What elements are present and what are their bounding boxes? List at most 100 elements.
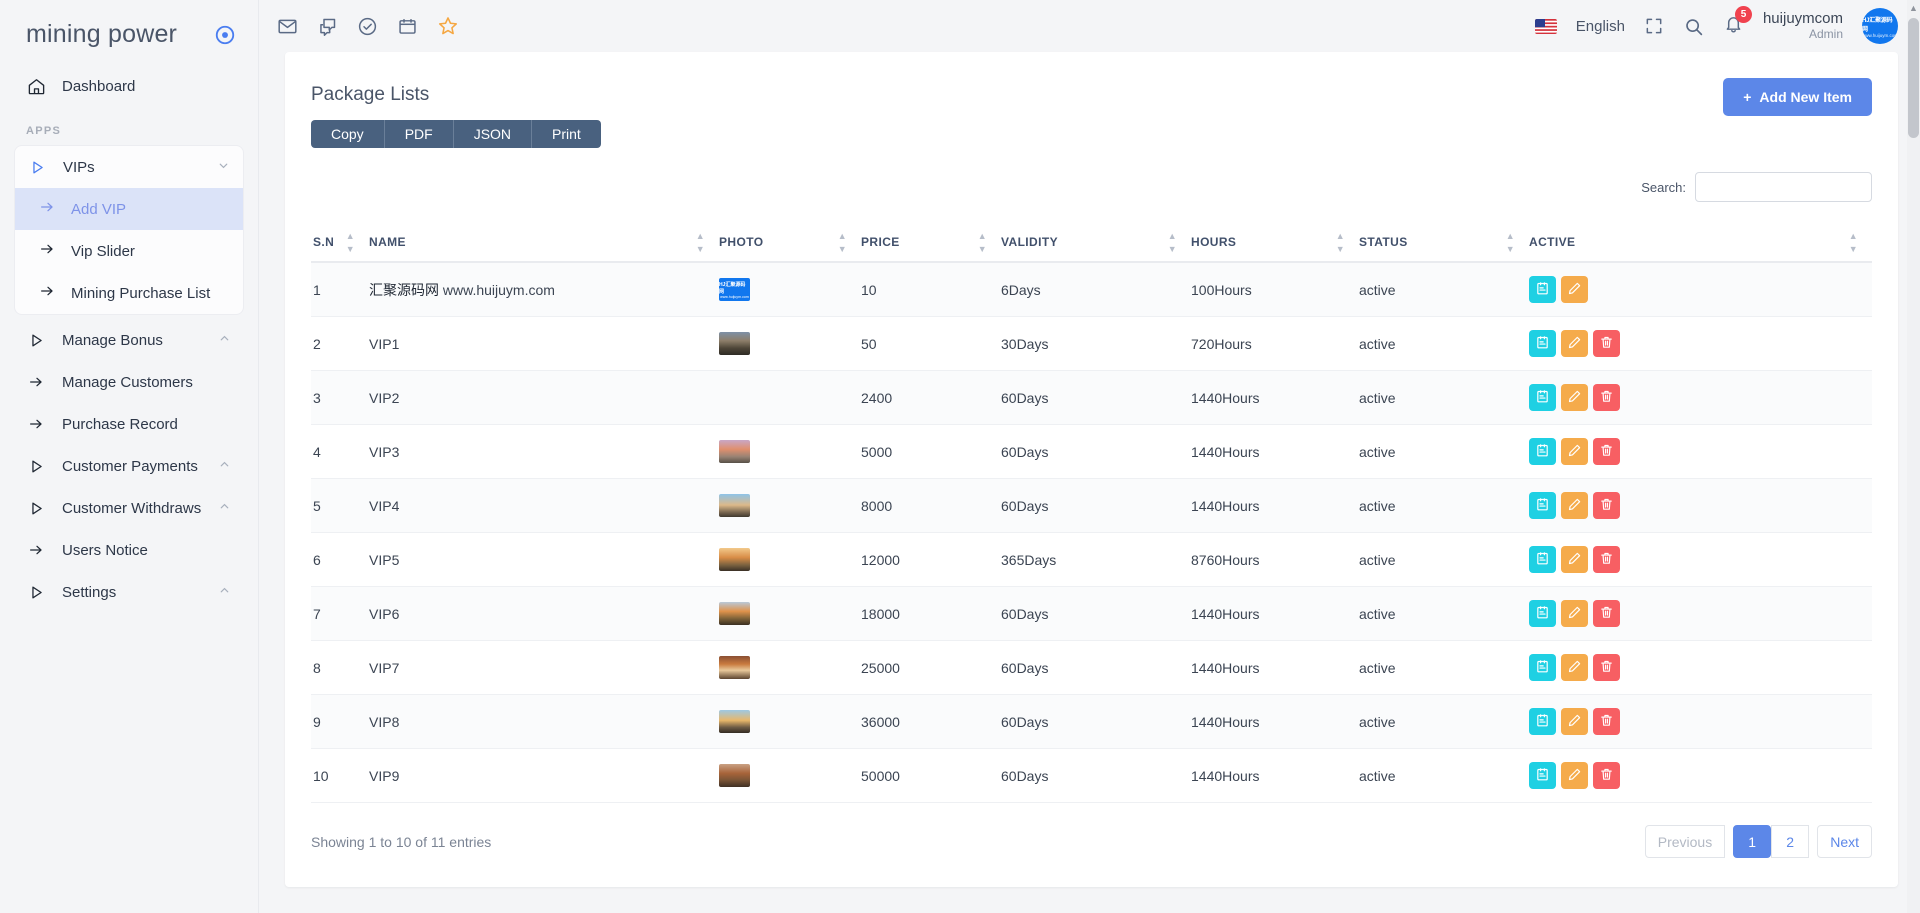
mail-icon[interactable]	[277, 16, 298, 37]
cell-photo	[719, 640, 861, 695]
sidebar-item-settings[interactable]: Settings	[14, 571, 244, 613]
user-name: huijuymcom	[1762, 10, 1843, 28]
clipboard-icon	[1535, 335, 1550, 353]
column-header-price[interactable]: PRICE ▲ ▼	[861, 224, 1001, 263]
delete-action-button[interactable]	[1593, 546, 1620, 573]
scroll-up-arrow-icon[interactable]: ▲	[1909, 3, 1918, 13]
main-area: English 5 huijuymcom Admin HJ汇聚源码网 www.h…	[259, 0, 1920, 913]
scrollbar-thumb[interactable]	[1908, 18, 1919, 138]
edit-action-button[interactable]	[1561, 600, 1588, 627]
note-action-button[interactable]	[1529, 654, 1556, 681]
sidebar-item-dashboard[interactable]: Dashboard	[14, 65, 244, 107]
cell-status: active	[1359, 316, 1529, 371]
sidebar-item-customer-payments[interactable]: Customer Payments	[14, 445, 244, 487]
column-header-validity[interactable]: VALIDITY ▲ ▼	[1001, 224, 1191, 263]
fullscreen-icon[interactable]	[1644, 16, 1664, 36]
edit-action-button[interactable]	[1561, 708, 1588, 735]
avatar-line1: HJ汇聚源码网	[1862, 17, 1893, 33]
clipboard-icon	[1535, 497, 1550, 515]
cell-name: VIP5	[369, 532, 719, 587]
add-new-item-button[interactable]: + Add New Item	[1723, 78, 1872, 116]
note-action-button[interactable]	[1529, 438, 1556, 465]
language-selector[interactable]: English	[1576, 18, 1625, 35]
note-action-button[interactable]	[1529, 492, 1556, 519]
sidebar-item-purchase-record[interactable]: Purchase Record	[14, 403, 244, 445]
note-action-button[interactable]	[1529, 546, 1556, 573]
pdf-button[interactable]: PDF	[384, 120, 454, 148]
note-action-button[interactable]	[1529, 330, 1556, 357]
sidebar-item-manage-bonus[interactable]: Manage Bonus	[14, 319, 244, 361]
delete-action-button[interactable]	[1593, 384, 1620, 411]
table-row: 9 VIP8 36000 60Days 1440Hours active	[311, 694, 1872, 749]
sort-arrows-icon: ▲ ▼	[1848, 230, 1858, 254]
search-icon[interactable]	[1683, 16, 1704, 37]
chat-icon[interactable]	[317, 16, 338, 37]
pagination-page-2[interactable]: 2	[1771, 825, 1810, 858]
user-info[interactable]: huijuymcom Admin	[1763, 10, 1843, 41]
note-action-button[interactable]	[1529, 708, 1556, 735]
sidebar-item-vips[interactable]: VIPs	[15, 146, 243, 188]
delete-action-button[interactable]	[1593, 492, 1620, 519]
edit-action-button[interactable]	[1561, 384, 1588, 411]
sidebar-item-manage-customers[interactable]: Manage Customers	[14, 361, 244, 403]
sidebar-item-users-notice[interactable]: Users Notice	[14, 529, 244, 571]
note-action-button[interactable]	[1529, 276, 1556, 303]
cell-status: active	[1359, 478, 1529, 533]
brand-name: mining power	[26, 20, 178, 48]
notifications-bell[interactable]: 5	[1723, 6, 1752, 39]
sidebar-item-mining-purchase-list[interactable]: Mining Purchase List	[15, 272, 243, 314]
pagination-previous[interactable]: Previous	[1644, 825, 1726, 858]
delete-action-button[interactable]	[1593, 762, 1620, 789]
sidebar-item-add-vip[interactable]: Add VIP	[15, 188, 243, 230]
cell-price: 5000	[861, 424, 1001, 479]
edit-action-button[interactable]	[1561, 438, 1588, 465]
check-circle-icon[interactable]	[357, 16, 378, 37]
note-action-button[interactable]	[1529, 384, 1556, 411]
pagination-page-1[interactable]: 1	[1733, 825, 1772, 858]
sidebar-item-vip-slider[interactable]: Vip Slider	[15, 230, 243, 272]
column-header-hours[interactable]: HOURS ▲ ▼	[1191, 224, 1359, 263]
sort-arrows-icon: ▲ ▼	[977, 230, 987, 254]
column-header-name[interactable]: NAME ▲ ▼	[369, 224, 719, 263]
copy-button[interactable]: Copy	[311, 120, 385, 148]
cell-actions	[1529, 748, 1872, 803]
delete-action-button[interactable]	[1593, 600, 1620, 627]
calendar-icon[interactable]	[397, 16, 418, 37]
pencil-icon	[1567, 659, 1582, 677]
cell-actions	[1529, 532, 1872, 587]
cell-status: active	[1359, 586, 1529, 641]
column-header-active[interactable]: ACTIVE ▲ ▼	[1529, 224, 1872, 263]
edit-action-button[interactable]	[1561, 546, 1588, 573]
sort-arrows-icon: ▲ ▼	[1335, 230, 1345, 254]
home-icon	[26, 77, 46, 96]
edit-action-button[interactable]	[1561, 276, 1588, 303]
edit-action-button[interactable]	[1561, 654, 1588, 681]
package-table: S.N ▲ ▼ NAME ▲ ▼ PHOTO ▲ ▼ PRICE ▲ ▼ VAL…	[311, 224, 1872, 803]
column-header-status[interactable]: STATUS ▲ ▼	[1359, 224, 1529, 263]
edit-action-button[interactable]	[1561, 330, 1588, 357]
arrow-right-icon	[26, 374, 46, 390]
delete-action-button[interactable]	[1593, 654, 1620, 681]
page-scrollbar[interactable]: ▲	[1907, 0, 1920, 913]
sidebar-item-customer-withdraws[interactable]: Customer Withdraws	[14, 487, 244, 529]
column-header-sn[interactable]: S.N ▲ ▼	[311, 224, 369, 263]
avatar[interactable]: HJ汇聚源码网 www.huijuym.com	[1862, 8, 1898, 44]
table-row: 2 VIP1 50 30Days 720Hours active	[311, 316, 1872, 371]
print-button[interactable]: Print	[532, 120, 601, 148]
cell-price: 18000	[861, 586, 1001, 641]
star-icon[interactable]	[437, 15, 459, 37]
cell-actions	[1529, 262, 1872, 317]
search-input[interactable]	[1695, 172, 1872, 202]
edit-action-button[interactable]	[1561, 762, 1588, 789]
delete-action-button[interactable]	[1593, 330, 1620, 357]
edit-action-button[interactable]	[1561, 492, 1588, 519]
pagination-next[interactable]: Next	[1817, 825, 1872, 858]
cell-price: 10	[861, 262, 1001, 317]
note-action-button[interactable]	[1529, 762, 1556, 789]
delete-action-button[interactable]	[1593, 708, 1620, 735]
column-header-photo[interactable]: PHOTO ▲ ▼	[719, 224, 861, 263]
json-button[interactable]: JSON	[453, 120, 533, 148]
note-action-button[interactable]	[1529, 600, 1556, 627]
brand[interactable]: mining power	[0, 8, 258, 65]
delete-action-button[interactable]	[1593, 438, 1620, 465]
